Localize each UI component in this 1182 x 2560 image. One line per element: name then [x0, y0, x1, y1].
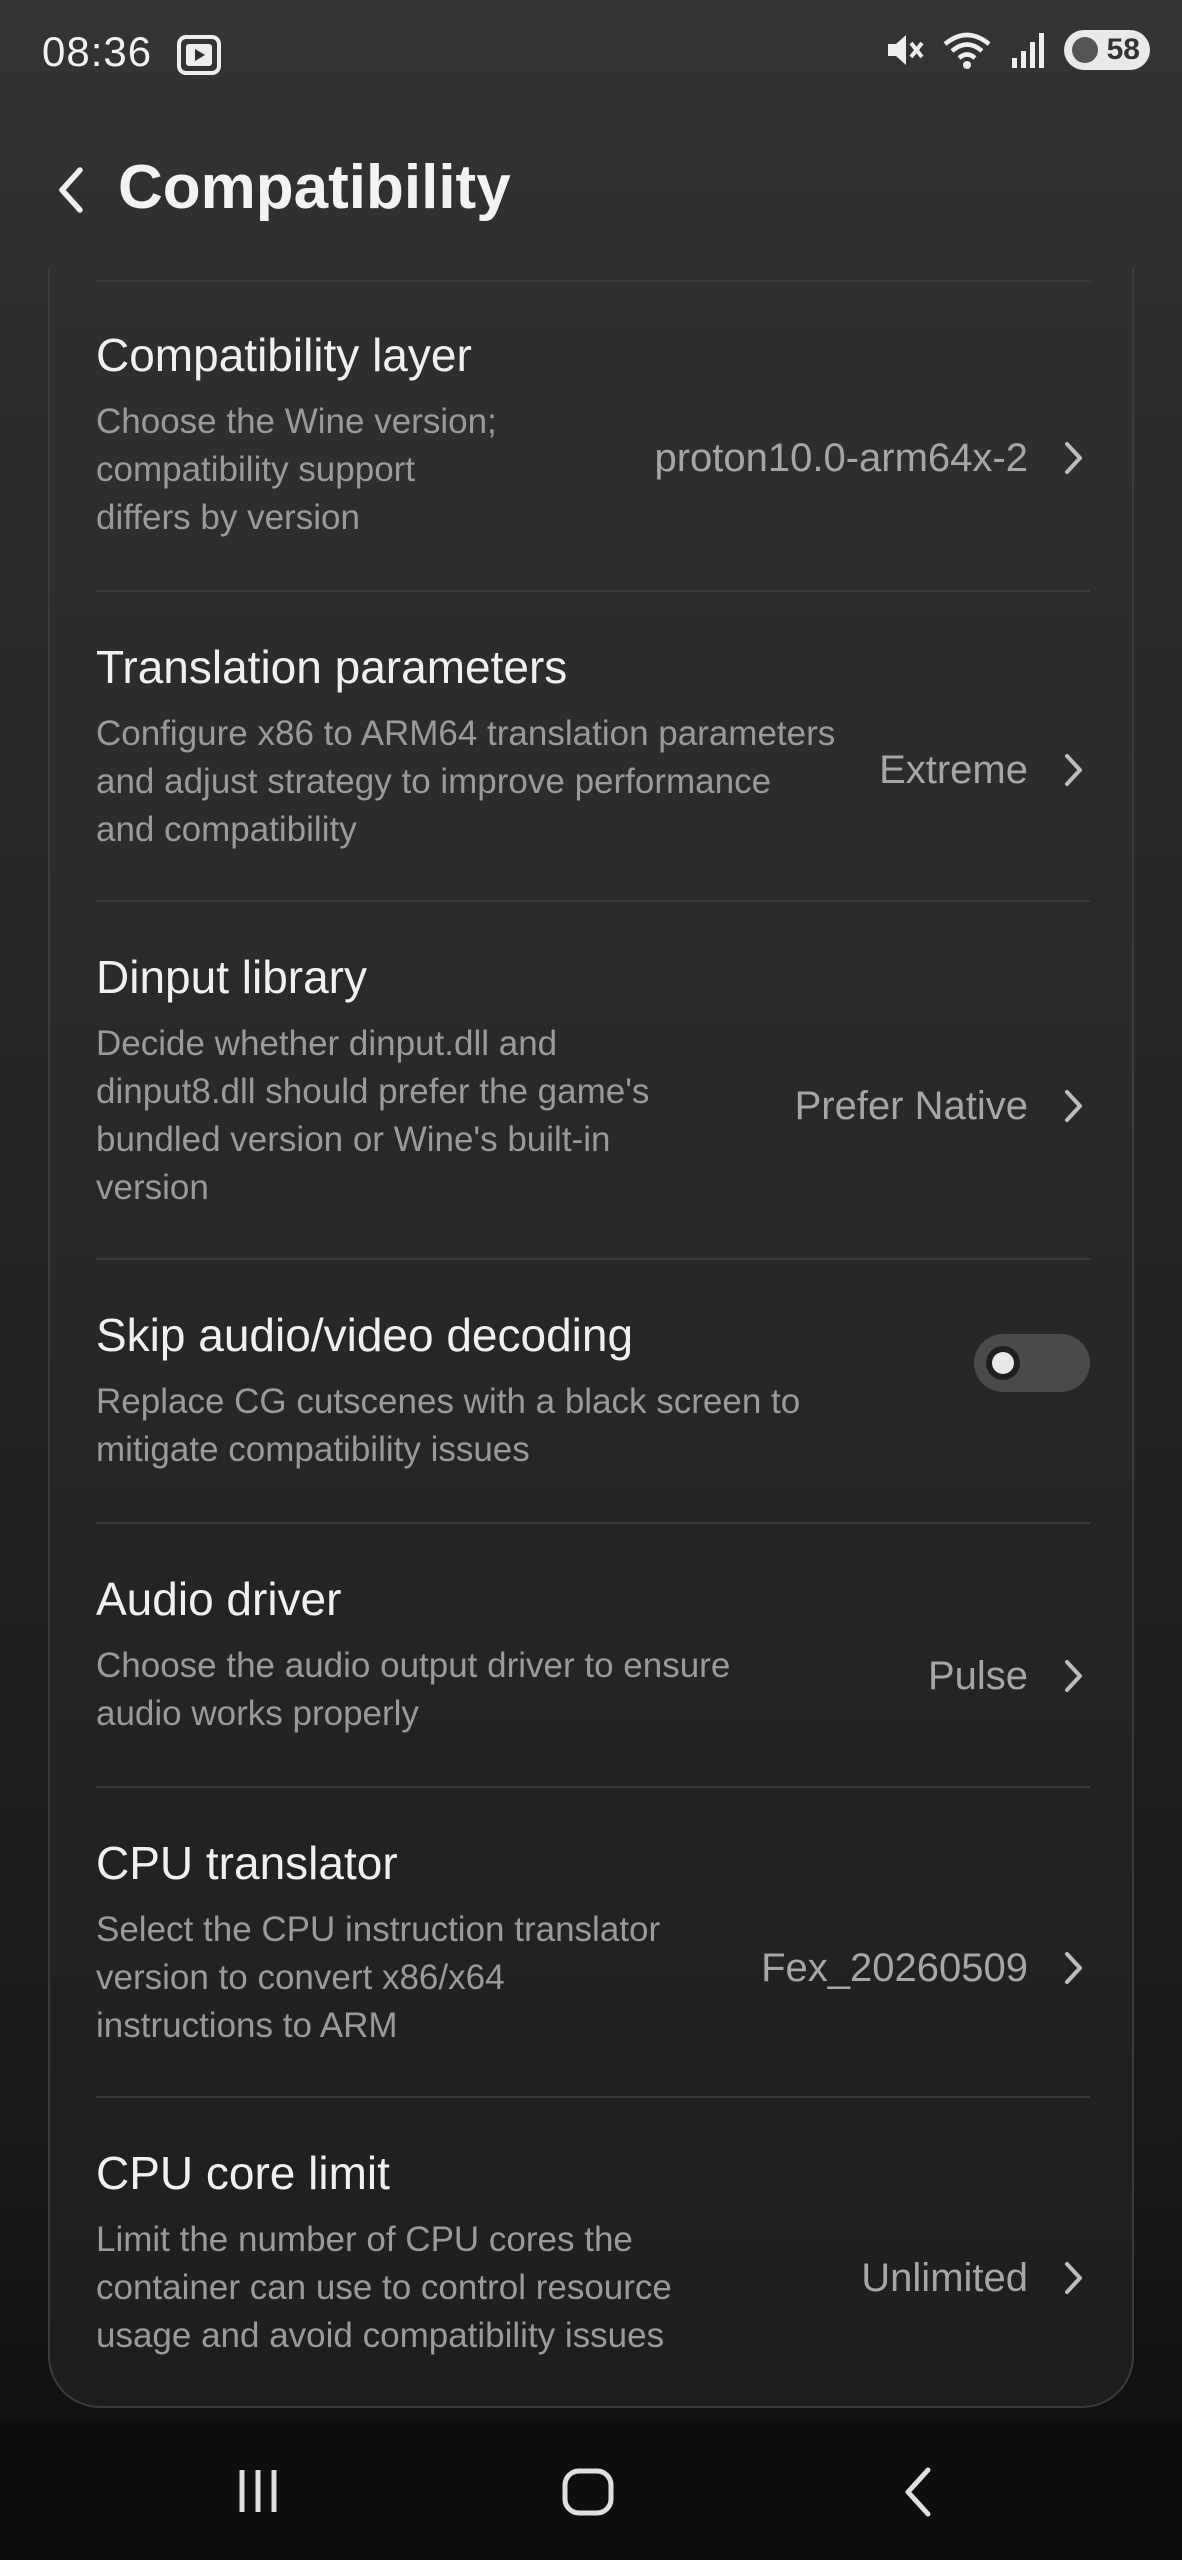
- chevron-right-icon: [1065, 754, 1082, 786]
- charging-icon: [1072, 37, 1098, 63]
- divider: [96, 1258, 1090, 1260]
- divider: [96, 280, 1090, 282]
- setting-audio-driver[interactable]: Audio driver Choose the audio output dri…: [96, 1572, 1090, 1772]
- setting-description: Choose the audio output driver to ensure…: [96, 1646, 731, 1733]
- setting-title: Skip audio/video decoding: [96, 1309, 634, 1361]
- setting-cpu-core-limit[interactable]: CPU core limit Limit the number of CPU c…: [96, 2146, 1090, 2386]
- skip-decoding-toggle[interactable]: [974, 1334, 1090, 1392]
- setting-compatibility-layer[interactable]: Compatibility layer Choose the Wine vers…: [96, 328, 1090, 578]
- signal-icon: [1012, 33, 1044, 68]
- home-icon[interactable]: [556, 2460, 620, 2524]
- setting-title: Audio driver: [96, 1573, 342, 1625]
- toggle-knob: [986, 1346, 1020, 1380]
- chevron-right-icon: [1065, 2262, 1082, 2294]
- divider: [96, 2096, 1090, 2098]
- setting-dinput-library[interactable]: Dinput library Decide whether dinput.dll…: [96, 950, 1090, 1250]
- chevron-right-icon: [1065, 1090, 1082, 1122]
- back-button[interactable]: [48, 160, 94, 220]
- setting-value: Prefer Native: [794, 1084, 1028, 1128]
- status-bar: 08:36 58: [0, 0, 1182, 112]
- recents-icon[interactable]: [228, 2460, 288, 2524]
- setting-skip-audio-video-decoding: Skip audio/video decoding Replace CG cut…: [96, 1308, 1090, 1508]
- setting-description: Limit the number of CPU cores the contai…: [96, 2220, 672, 2355]
- status-time: 08:36: [42, 28, 153, 75]
- chevron-right-icon: [1065, 1660, 1082, 1692]
- back-icon[interactable]: [890, 2460, 950, 2524]
- mute-icon: [888, 35, 924, 65]
- settings-card: Compatibility layer Choose the Wine vers…: [48, 268, 1134, 2408]
- screen: 08:36 58 Compatibility Compatibility lay…: [0, 0, 1182, 2560]
- setting-description: Configure x86 to ARM64 translation param…: [96, 714, 836, 849]
- page-title: Compatibility: [118, 153, 511, 222]
- battery-level: 58: [1106, 33, 1140, 66]
- page-header: Compatibility: [0, 140, 1182, 240]
- setting-value: Unlimited: [861, 2256, 1028, 2300]
- setting-description: Decide whether dinput.dll and dinput8.dl…: [96, 1024, 650, 1207]
- setting-title: Translation parameters: [96, 641, 568, 693]
- divider: [96, 900, 1090, 902]
- setting-title: CPU translator: [96, 1837, 398, 1889]
- setting-value: Pulse: [927, 1654, 1028, 1698]
- chevron-right-icon: [1065, 442, 1082, 474]
- status-icons: 58: [884, 30, 1150, 70]
- setting-value: Extreme: [879, 748, 1028, 792]
- divider: [96, 590, 1090, 592]
- setting-value: Fex_20260509: [761, 1946, 1028, 1990]
- setting-title: Dinput library: [96, 951, 367, 1003]
- youtube-icon: [177, 35, 221, 75]
- toggle-knob-dot: [992, 1352, 1014, 1374]
- setting-description: Choose the Wine version; compatibility s…: [96, 402, 497, 537]
- navigation-bar: [0, 2420, 1182, 2560]
- divider: [96, 1522, 1090, 1524]
- setting-value: proton10.0-arm64x-2: [654, 436, 1028, 480]
- setting-description: Replace CG cutscenes with a black screen…: [96, 1382, 801, 1469]
- setting-title: CPU core limit: [96, 2147, 390, 2199]
- divider: [96, 1786, 1090, 1788]
- setting-title: Compatibility layer: [96, 329, 472, 381]
- setting-translation-parameters[interactable]: Translation parameters Configure x86 to …: [96, 640, 1090, 890]
- wifi-icon: [943, 32, 991, 69]
- battery-icon: 58: [1064, 30, 1150, 70]
- setting-description: Select the CPU instruction translator ve…: [96, 1910, 661, 2045]
- setting-cpu-translator[interactable]: CPU translator Select the CPU instructio…: [96, 1836, 1090, 2086]
- chevron-right-icon: [1065, 1952, 1082, 1984]
